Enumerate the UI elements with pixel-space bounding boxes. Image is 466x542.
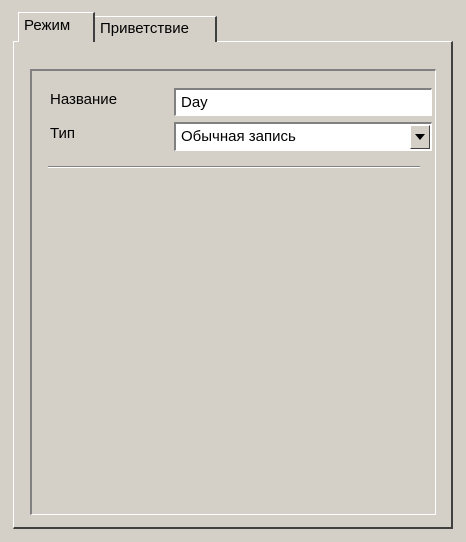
name-label: Название bbox=[50, 91, 118, 108]
tab-greeting[interactable]: Приветствие bbox=[95, 16, 217, 42]
type-select[interactable]: Обычная запись bbox=[174, 122, 432, 151]
type-label: Тип bbox=[50, 125, 76, 142]
chevron-down-icon bbox=[415, 134, 425, 140]
separator-line bbox=[48, 166, 420, 168]
type-select-dropdown-button[interactable] bbox=[410, 125, 430, 149]
tab-page-mode: Название Day Тип Обычная запись bbox=[13, 41, 453, 529]
tab-mode-label: Режим bbox=[24, 17, 71, 34]
tab-greeting-label: Приветствие bbox=[100, 20, 189, 37]
type-select-value: Обычная запись bbox=[181, 128, 296, 145]
settings-groupbox: Название Day Тип Обычная запись bbox=[30, 69, 436, 515]
name-input-value: Day bbox=[181, 94, 208, 111]
name-input[interactable]: Day bbox=[174, 88, 432, 116]
tab-mode[interactable]: Режим bbox=[18, 12, 95, 42]
